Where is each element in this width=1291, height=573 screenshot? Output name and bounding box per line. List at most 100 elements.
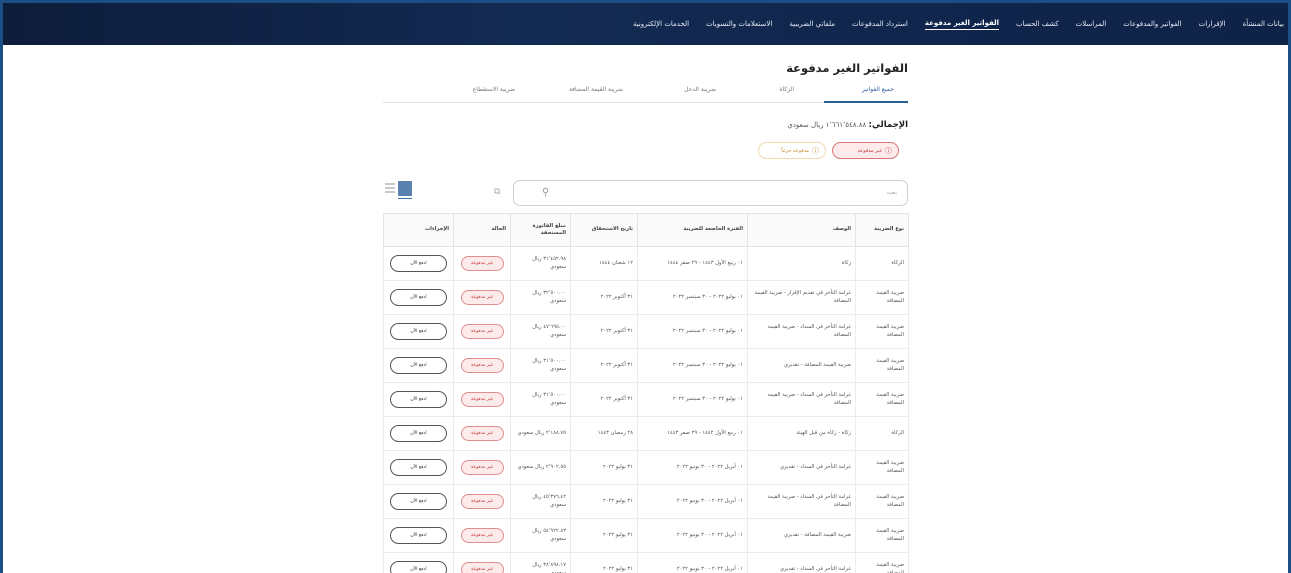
tax-type-tabs: جميع الفواتير الزكاة ضريبة الدخل ضريبة ا…	[383, 83, 908, 103]
cell-tax-period: ٠١ يوليو ٢٠٢٢ - ٣٠ سبتمبر ٢٠٢٢	[637, 382, 748, 417]
partial-chip-label: مدفوعة جزئياً	[781, 147, 809, 154]
table-row: الزكاة زكاة - زكاة من قبل الهيئة ٠١ ربيع ا…	[383, 416, 909, 451]
status-badge: غير مدفوعة	[460, 494, 504, 509]
cell-tax-type: ضريبة القيمة المضافة	[855, 314, 909, 349]
total-label: الإجمالي:	[868, 120, 908, 130]
status-badge: غير مدفوعة	[460, 562, 504, 573]
partial-filter-chip[interactable]: ⓘ مدفوعة جزئياً	[758, 142, 826, 159]
table-row: ضريبة القيمة المضافة غرامة التأخر في السد…	[383, 450, 909, 485]
cell-amount-due: ٣١٬٥٠٠.٠٠ ريال سعودي	[510, 382, 571, 417]
nav-item-refunds[interactable]: استرداد المدفوعات	[852, 20, 908, 28]
cell-tax-type: ضريبة القيمة المضافة	[855, 450, 909, 485]
cell-tax-period: ٠١ أبريل ٢٠٢٢ - ٣٠ يونيو ٢٠٢٢	[637, 450, 748, 485]
nav-item-unpaid-bills[interactable]: الفواتير الغير مدفوعة	[924, 19, 1000, 30]
unpaid-filter-chip[interactable]: ⓘ غير مدفوعة	[832, 142, 899, 159]
pay-now-button[interactable]: ادفع الآن	[390, 391, 447, 408]
tab-income-tax[interactable]: ضريبة الدخل	[684, 86, 716, 93]
cell-status: غير مدفوعة	[453, 484, 511, 519]
cell-actions: ادفع الآن	[383, 314, 454, 349]
pay-now-button[interactable]: ادفع الآن	[390, 459, 447, 476]
cell-actions: ادفع الآن	[383, 450, 454, 485]
app-frame: بيانات المنشأة الإقرارات الفواتير والمدف…	[3, 3, 1288, 573]
status-badge: غير مدفوعة	[460, 290, 504, 305]
header-status: الحالة	[453, 213, 511, 247]
pay-now-button[interactable]: ادفع الآن	[390, 289, 447, 306]
info-icon: ⓘ	[885, 146, 892, 155]
cell-tax-type: ضريبة القيمة المضافة	[855, 382, 909, 417]
cell-status: غير مدفوعة	[453, 246, 511, 281]
cell-due-date: ٣١ يوليو ٢٠٢٢	[570, 450, 638, 485]
nav-item-tax-files[interactable]: ملفاتي الضريبية	[789, 20, 835, 28]
search-input[interactable]: بحث ⚲	[513, 180, 908, 206]
tab-zakat[interactable]: الزكاة	[779, 86, 794, 93]
nav-item-bills-payments[interactable]: الفواتير والمدفوعات	[1123, 20, 1181, 28]
nav-item-eservices[interactable]: الخدمات الإلكترونية	[633, 20, 689, 28]
cell-actions: ادفع الآن	[383, 416, 454, 451]
pay-now-button[interactable]: ادفع الآن	[390, 255, 447, 272]
cell-status: غير مدفوعة	[453, 552, 511, 573]
pay-now-button[interactable]: ادفع الآن	[390, 323, 447, 340]
tab-withholding-tax[interactable]: ضريبة الاستقطاع	[473, 86, 515, 93]
table-row: الزكاة زكاة ٠١ ربيع الأول ١٤٤٣ - ٢٩ صفر ١٤…	[383, 246, 909, 281]
total-amount: ١٬٦٦١٬٥٤٨.٨٨	[825, 121, 867, 129]
cell-actions: ادفع الآن	[383, 552, 454, 573]
cell-due-date: ٣١ أكتوبر ٢٠٢٢	[570, 348, 638, 383]
nav-item-establishment[interactable]: بيانات المنشأة	[1243, 20, 1284, 28]
table-row: ضريبة القيمة المضافة ضريبة القيمة المضافة…	[383, 518, 909, 553]
status-badge: غير مدفوعة	[460, 358, 504, 373]
unpaid-bills-table: نوع الضريبة الوصف الفترة الخاضعة للضريبة…	[383, 213, 909, 573]
cell-tax-type: ضريبة القيمة المضافة	[855, 484, 909, 519]
cell-description: غرامة التأخر في السداد - ضريبة القيمة ال…	[747, 484, 856, 519]
status-badge: غير مدفوعة	[460, 256, 504, 271]
nav-item-returns[interactable]: الإقرارات	[1199, 20, 1226, 28]
pay-now-button[interactable]: ادفع الآن	[390, 425, 447, 442]
tab-vat[interactable]: ضريبة القيمة المضافة	[569, 86, 623, 93]
grid-view-icon[interactable]	[398, 181, 412, 199]
header-tax-period: الفترة الخاضعة للضريبة	[637, 213, 748, 247]
list-view-icon[interactable]	[385, 183, 395, 194]
cell-amount-due: ٤٧٬٦٩٥.٠٠ ريال سعودي	[510, 314, 571, 349]
cell-due-date: ٣١ أكتوبر ٢٠٢٢	[570, 382, 638, 417]
cell-tax-period: ٠١ يوليو ٢٠٢٢ - ٣٠ سبتمبر ٢٠٢٢	[637, 280, 748, 315]
cell-due-date: ٢٨ رمضان ١٤٤٣	[570, 416, 638, 451]
cell-status: غير مدفوعة	[453, 450, 511, 485]
cell-tax-type: ضريبة القيمة المضافة	[855, 348, 909, 383]
cell-status: غير مدفوعة	[453, 280, 511, 315]
header-actions: الإجراءات	[383, 213, 454, 247]
status-badge: غير مدفوعة	[460, 460, 504, 475]
cell-due-date: ٣١ أكتوبر ٢٠٢٢	[570, 314, 638, 349]
page-title: الفواتير الغير مدفوعة	[786, 61, 908, 75]
cell-tax-type: ضريبة القيمة المضافة	[855, 552, 909, 573]
nav-item-account-statement[interactable]: كشف الحساب	[1016, 20, 1059, 28]
search-icon: ⚲	[542, 187, 550, 198]
cell-tax-period: ٠١ ربيع الأول ١٤٤٣ - ٢٩ صفر ١٤٤٤	[637, 246, 748, 281]
nav-item-inquiries[interactable]: الاستعلامات والتسويات	[706, 20, 772, 28]
cell-due-date: ٣١ يوليو ٢٠٢٢	[570, 552, 638, 573]
table-header-row: نوع الضريبة الوصف الفترة الخاضعة للضريبة…	[383, 213, 909, 247]
table-row: ضريبة القيمة المضافة غرامة التأخر في السد…	[383, 382, 909, 417]
pay-now-button[interactable]: ادفع الآن	[390, 493, 447, 510]
cell-description: غرامة التأخر في السداد - تقديري	[747, 450, 856, 485]
cell-tax-period: ٠١ أبريل ٢٠٢٢ - ٣٠ يونيو ٢٠٢٢	[637, 552, 748, 573]
pay-now-button[interactable]: ادفع الآن	[390, 527, 447, 544]
cell-actions: ادفع الآن	[383, 246, 454, 281]
cell-amount-due: ٢٬١٨٨.٧٥ ريال سعودي	[510, 416, 571, 451]
cell-amount-due: ٤٥٬٣٧٦.٤٢ ريال سعودي	[510, 484, 571, 519]
cell-actions: ادفع الآن	[383, 484, 454, 519]
cell-tax-period: ٠١ ربيع الأول ١٤٤٢ - ٢٩ صفر ١٤٤٣	[637, 416, 748, 451]
cell-description: زكاة - زكاة من قبل الهيئة	[747, 416, 856, 451]
filter-icon[interactable]: ⧉	[494, 187, 500, 197]
total-summary: الإجمالي: ١٬٦٦١٬٥٤٨.٨٨ ريال سعودي	[787, 120, 908, 130]
pay-now-button[interactable]: ادفع الآن	[390, 561, 447, 573]
cell-status: غير مدفوعة	[453, 518, 511, 553]
search-placeholder: بحث	[886, 190, 897, 196]
pay-now-button[interactable]: ادفع الآن	[390, 357, 447, 374]
cell-tax-type: ضريبة القيمة المضافة	[855, 280, 909, 315]
unpaid-chip-label: غير مدفوعة	[857, 147, 882, 154]
cell-description: غرامة التأخر في السداد - ضريبة القيمة ال…	[747, 314, 856, 349]
cell-tax-period: ٠١ يوليو ٢٠٢٢ - ٣٠ سبتمبر ٢٠٢٢	[637, 348, 748, 383]
tab-all-bills[interactable]: جميع الفواتير	[862, 86, 894, 93]
cell-status: غير مدفوعة	[453, 382, 511, 417]
cell-description: ضريبة القيمة المضافة - تقديري	[747, 518, 856, 553]
nav-item-correspondence[interactable]: المراسلات	[1076, 20, 1107, 28]
